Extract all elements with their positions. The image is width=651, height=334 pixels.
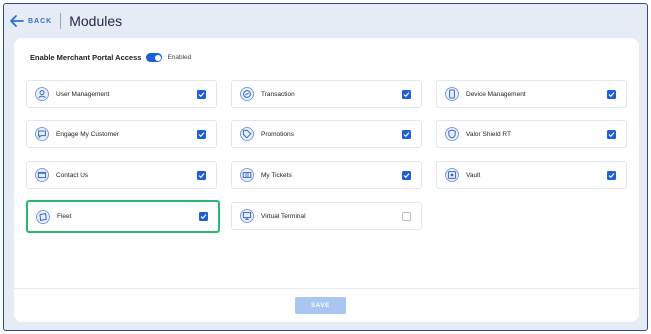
- checkmark-icon: [608, 172, 615, 178]
- module-checkbox[interactable]: [199, 212, 208, 221]
- module-card-device-management[interactable]: Device Management: [436, 80, 627, 108]
- shield-icon: [445, 127, 459, 141]
- merchant-access-status: Enabled: [167, 54, 192, 61]
- ticket-icon: [240, 168, 254, 182]
- module-card-virtual-terminal[interactable]: Virtual Terminal: [231, 202, 422, 230]
- app-frame: BACK Modules Enable Merchant Portal Acce…: [3, 3, 648, 331]
- module-label: Transaction: [261, 90, 295, 98]
- vault-icon: [445, 168, 459, 182]
- transaction-icon: [240, 87, 254, 101]
- toggle-knob: [154, 54, 161, 61]
- module-checkbox[interactable]: [607, 170, 616, 180]
- checkmark-icon: [200, 214, 207, 220]
- module-label: Valor Shield RT: [466, 130, 511, 138]
- header-divider: [60, 13, 62, 29]
- module-checkbox[interactable]: [402, 170, 411, 180]
- merchant-access-row: Enable Merchant Portal Access Enabled: [30, 53, 191, 62]
- checkmark-icon: [608, 131, 615, 137]
- module-checkbox[interactable]: [402, 89, 411, 99]
- tag-icon: [240, 127, 254, 141]
- back-arrow-icon: [10, 15, 24, 27]
- module-label: Promotions: [261, 130, 294, 138]
- module-checkbox[interactable]: [402, 211, 411, 221]
- back-label: BACK: [28, 17, 53, 25]
- chat-icon: [35, 127, 49, 141]
- module-label: Engage My Customer: [56, 130, 119, 138]
- module-card-engage-my-customer[interactable]: Engage My Customer: [26, 120, 217, 148]
- page-header: BACK Modules: [4, 4, 647, 38]
- module-label: User Management: [56, 90, 110, 98]
- checkmark-icon: [403, 91, 410, 97]
- module-checkbox[interactable]: [197, 89, 206, 99]
- module-card-transaction[interactable]: Transaction: [231, 80, 422, 108]
- user-icon: [35, 87, 49, 101]
- module-checkbox[interactable]: [197, 129, 206, 139]
- module-card-contact-us[interactable]: Contact Us: [26, 161, 217, 189]
- module-label: Virtual Terminal: [261, 212, 306, 220]
- module-checkbox[interactable]: [607, 89, 616, 99]
- page-title: Modules: [69, 13, 123, 29]
- checkmark-icon: [608, 91, 615, 97]
- modules-panel: Enable Merchant Portal Access Enabled Us…: [14, 38, 639, 322]
- save-button[interactable]: SAVE: [295, 297, 346, 314]
- module-card-promotions[interactable]: Promotions: [231, 120, 422, 148]
- mail-icon: [35, 168, 49, 182]
- module-checkbox[interactable]: [197, 170, 206, 180]
- module-label: My Tickets: [261, 171, 292, 179]
- checkmark-icon: [403, 172, 410, 178]
- checkmark-icon: [198, 91, 205, 97]
- module-card-fleet[interactable]: Fleet: [26, 200, 220, 233]
- back-button[interactable]: BACK: [10, 15, 52, 27]
- module-card-vault[interactable]: Vault: [436, 161, 627, 189]
- merchant-access-toggle[interactable]: [146, 53, 163, 62]
- checkmark-icon: [198, 172, 205, 178]
- module-label: Device Management: [466, 90, 526, 98]
- terminal-icon: [240, 209, 254, 223]
- module-card-valor-shield-rt[interactable]: Valor Shield RT: [436, 120, 627, 148]
- module-label: Vault: [466, 171, 481, 179]
- module-checkbox[interactable]: [607, 129, 616, 139]
- checkmark-icon: [403, 131, 410, 137]
- merchant-access-label: Enable Merchant Portal Access: [30, 53, 142, 62]
- footer-divider: [14, 288, 639, 289]
- fleet-icon: [36, 209, 50, 224]
- checkmark-icon: [198, 131, 205, 137]
- device-icon: [445, 87, 459, 101]
- module-label: Contact Us: [56, 171, 89, 179]
- module-label: Fleet: [57, 213, 72, 220]
- module-checkbox[interactable]: [402, 129, 411, 139]
- module-card-user-management[interactable]: User Management: [26, 80, 217, 108]
- module-card-my-tickets[interactable]: My Tickets: [231, 161, 422, 189]
